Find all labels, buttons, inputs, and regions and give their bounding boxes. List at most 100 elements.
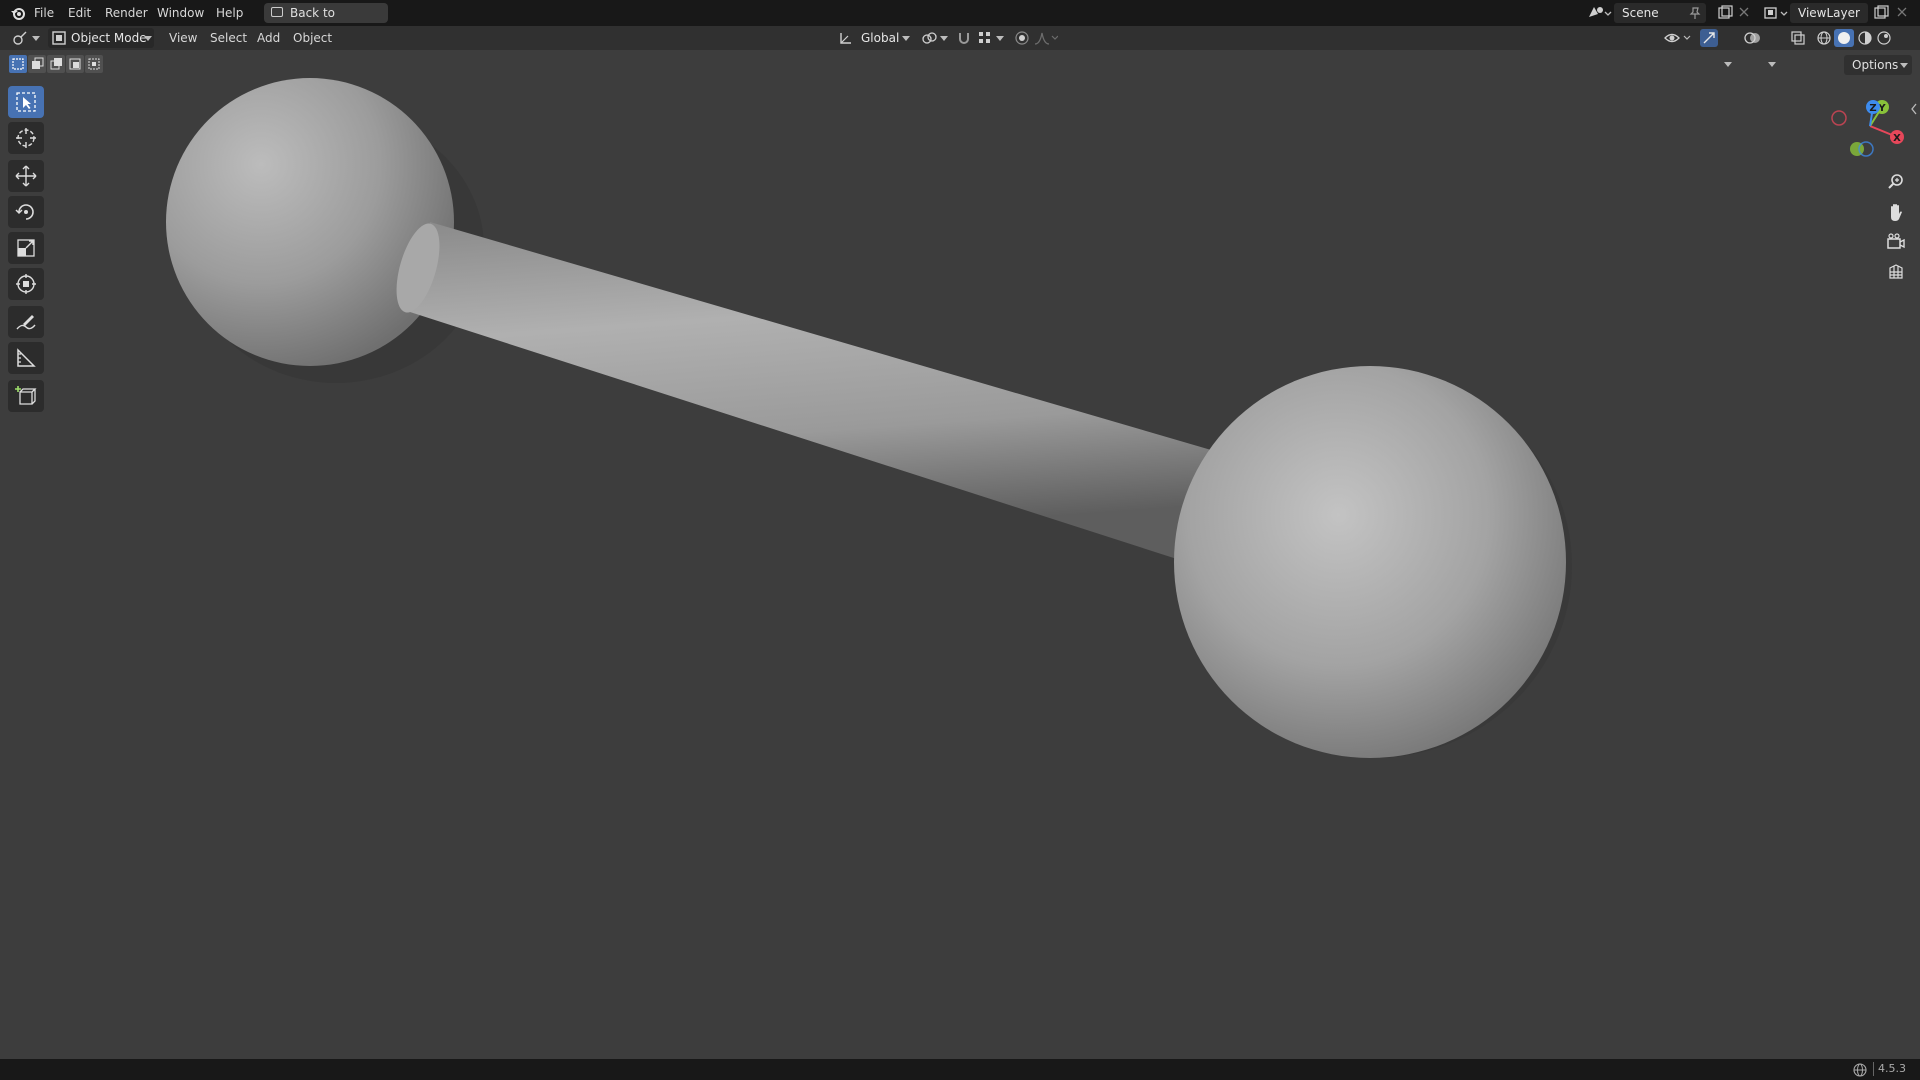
new-view-layer-icon[interactable] [1872,4,1890,22]
sidebar-toggle-icon[interactable] [1909,102,1919,116]
wireframe-shading-icon[interactable] [1816,30,1832,46]
zoom-icon [1888,174,1903,189]
select-box-tool[interactable] [8,86,44,118]
select-new-icon [12,58,24,70]
version-label: 4.5.3 [1878,1062,1906,1075]
zoom-button[interactable] [1882,168,1910,196]
scene-type-icon[interactable] [1586,4,1612,22]
rendered-shading-icon[interactable] [1876,30,1892,46]
menu-add[interactable]: Add [257,26,280,50]
transform-orientation-label: Global [861,31,900,45]
viewport-header: Object Mode View Select Add Object Globa… [0,26,1920,67]
top-menu-bar: File Edit Render Window Help Back to Pre… [0,0,1920,40]
axis-x-label: X [1893,133,1901,144]
menu-render[interactable]: Render [105,0,148,26]
measure-tool[interactable] [8,342,44,374]
pivot-dropdown[interactable] [920,28,950,48]
snap-toggle-icon[interactable] [956,30,972,46]
editor-type-icon [13,31,27,45]
xray-icon[interactable] [1790,30,1806,46]
right-sphere[interactable] [1174,366,1566,758]
camera-view-icon [1887,233,1905,249]
cursor-icon [16,128,36,148]
select-invert-icon [69,58,81,70]
transform-tool[interactable] [8,268,44,300]
editor-type-dropdown[interactable] [8,28,42,48]
ortho-toggle-button[interactable] [1882,258,1910,286]
new-scene-icon[interactable] [1716,4,1734,22]
back-to-previous-button[interactable]: Back to Previous [264,3,388,40]
solid-shading-button[interactable] [1834,29,1854,47]
view-layer-icon[interactable] [1762,4,1788,22]
gizmo-icon [1703,32,1715,44]
scene-name: Scene [1622,6,1659,20]
select-intersect-icon [88,58,100,70]
menu-view[interactable]: View [169,26,197,50]
select-box-icon [16,92,36,112]
menu-edit[interactable]: Edit [68,0,91,26]
proportional-falloff-icon[interactable] [1034,30,1058,46]
3d-viewport[interactable] [0,50,1920,1059]
status-bar: 4.5.3 [0,1059,1920,1080]
select-subtract-icon [50,58,62,70]
rotate-icon [15,204,34,220]
delete-scene-icon[interactable] [1738,6,1750,18]
dumbbell-model[interactable] [0,50,1920,1059]
menu-window[interactable]: Window [157,0,204,26]
mode-label: Object Mode [71,31,147,45]
left-sphere[interactable] [166,78,454,366]
view-layer-field[interactable]: ViewLayer [1790,3,1868,23]
overlay-icon[interactable] [1744,30,1762,46]
camera-view-button[interactable] [1882,228,1910,256]
gizmo-toggle[interactable] [1700,29,1718,47]
select-extend-icon [32,57,44,69]
delete-view-layer-icon[interactable] [1896,6,1908,18]
pan-button[interactable] [1882,198,1910,226]
select-mode-extend[interactable] [28,55,46,73]
axis-neg-x-handle[interactable] [1831,110,1847,126]
transform-icon [16,274,36,294]
menu-select[interactable]: Select [210,26,247,50]
blender-logo-icon[interactable] [10,5,26,21]
annotate-tool[interactable] [8,306,44,338]
material-shading-icon[interactable] [1857,30,1873,46]
pan-icon [1891,204,1902,221]
ortho-toggle-icon [1889,264,1903,279]
transform-orientation-dropdown[interactable]: Global [836,28,914,48]
options-label: Options [1852,58,1899,72]
menu-help[interactable]: Help [216,0,243,26]
move-icon [15,165,37,187]
measure-icon [17,348,36,367]
visibility-icon[interactable] [1664,30,1692,46]
snap-dropdown[interactable] [976,28,1006,48]
select-mode-new[interactable] [9,55,27,73]
axis-z-label: Z [1869,103,1876,114]
select-mode-subtract[interactable] [47,55,65,73]
rotate-tool[interactable] [8,196,44,228]
cursor-tool[interactable] [8,122,44,154]
menu-object[interactable]: Object [293,26,332,50]
snap-icon [979,32,990,43]
network-icon[interactable] [1852,1062,1868,1078]
scale-icon [17,239,35,257]
transform-orientation-icon [840,33,851,44]
select-mode-intersect[interactable] [85,55,103,73]
solid-shading-icon [1838,32,1850,44]
status-divider [1873,1062,1874,1076]
add-cube-icon [15,386,37,405]
pivot-icon [922,32,937,44]
pin-icon[interactable] [1688,6,1702,20]
add-cube-tool[interactable] [8,380,44,412]
mode-dropdown[interactable]: Object Mode [48,28,154,48]
select-mode-invert[interactable] [66,55,84,73]
proportional-edit-icon[interactable] [1014,30,1030,46]
menu-file[interactable]: File [34,0,54,26]
scene-field[interactable]: Scene [1614,3,1706,23]
scale-tool[interactable] [8,232,44,264]
move-tool[interactable] [8,160,44,192]
back-icon [271,7,283,17]
options-dropdown[interactable]: Options [1844,55,1912,75]
object-mode-icon [52,31,66,45]
connecting-rod[interactable] [410,222,1218,560]
navigation-gizmo[interactable]: X Y Z [1818,92,1918,162]
